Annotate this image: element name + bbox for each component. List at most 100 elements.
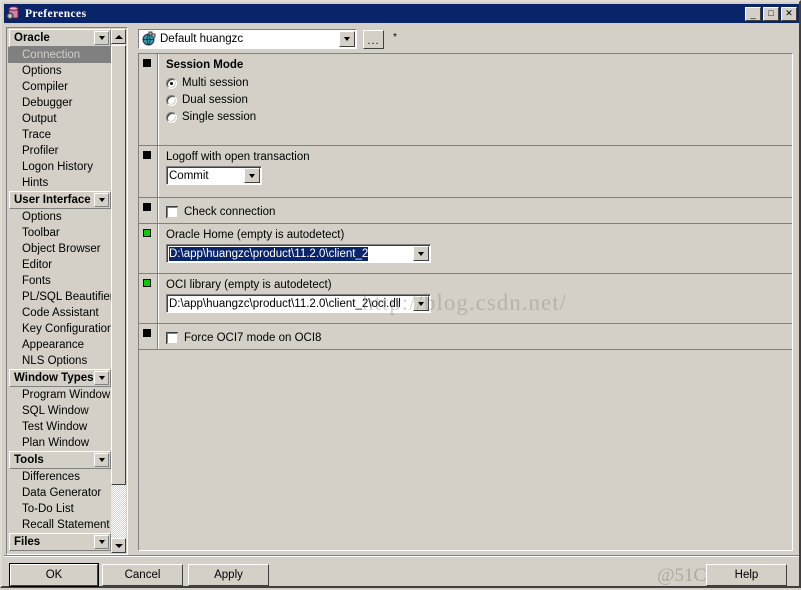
profile-value: Default huangzc <box>160 33 244 45</box>
panel-session-mode: Session Mode Multi session Dual session … <box>139 54 792 146</box>
checkbox-force-oci7[interactable]: Force OCI7 mode on OCI8 <box>166 330 792 346</box>
preferences-window: Preferences _ □ ✕ Oracle Connection Opti… <box>0 0 801 588</box>
radio-multi-session[interactable]: Multi session <box>166 75 792 91</box>
panel-marker <box>143 151 151 159</box>
sidebar-item-fonts[interactable]: Fonts <box>8 273 112 289</box>
sidebar-item-hints[interactable]: Hints <box>8 175 112 191</box>
radio-single-session[interactable]: Single session <box>166 109 792 125</box>
sidebar-item-plan-window[interactable]: Plan Window <box>8 435 112 451</box>
panel-force-oci7: Force OCI7 mode on OCI8 <box>139 324 792 350</box>
chevron-down-icon[interactable] <box>94 193 109 207</box>
sidebar-item-recall-statement[interactable]: Recall Statement <box>8 517 112 533</box>
logoff-value: Commit <box>169 169 209 182</box>
radio-icon <box>166 94 177 106</box>
sidebar-scrollbar[interactable] <box>111 29 126 553</box>
sidebar-item-data-generator[interactable]: Data Generator <box>8 485 112 501</box>
checkbox-icon <box>166 332 178 344</box>
oci-library-combo[interactable]: D:\app\huangzc\product\11.2.0\client_2\o… <box>166 294 431 313</box>
sidebar-item-key-configuration[interactable]: Key Configuration <box>8 321 112 337</box>
close-button[interactable]: ✕ <box>781 6 797 21</box>
sidebar-item-profiler[interactable]: Profiler <box>8 143 112 159</box>
maximize-button[interactable]: □ <box>763 6 779 21</box>
scrollbar-thumb[interactable] <box>111 45 126 485</box>
title-bar: Preferences _ □ ✕ <box>4 4 799 23</box>
panel-marker <box>143 59 151 67</box>
sidebar-item-differences[interactable]: Differences <box>8 469 112 485</box>
panel-marker <box>143 203 151 211</box>
chevron-down-icon[interactable] <box>339 31 355 47</box>
radio-dual-session[interactable]: Dual session <box>166 92 792 108</box>
radio-icon-selected <box>166 77 177 89</box>
sidebar-item-compiler[interactable]: Compiler <box>8 79 112 95</box>
chevron-down-icon[interactable] <box>413 296 429 311</box>
sidebar-item-toolbar[interactable]: Toolbar <box>8 225 112 241</box>
tree-group-tools[interactable]: Tools <box>9 451 111 469</box>
panel-check-connection: Check connection <box>139 198 792 224</box>
sidebar-item-ui-options[interactable]: Options <box>8 209 112 225</box>
sidebar-item-editor[interactable]: Editor <box>8 257 112 273</box>
help-button[interactable]: Help <box>706 564 787 586</box>
radio-label: Single session <box>182 111 257 123</box>
sidebar-item-sql-window[interactable]: SQL Window <box>8 403 112 419</box>
preferences-tree: Oracle Connection Options Compiler Debug… <box>6 27 128 555</box>
sidebar-item-nls-options[interactable]: NLS Options <box>8 353 112 369</box>
chevron-down-icon[interactable] <box>94 31 109 45</box>
minimize-button[interactable]: _ <box>745 6 761 21</box>
sidebar-item-object-browser[interactable]: Object Browser <box>8 241 112 257</box>
minimize-icon: _ <box>750 8 756 19</box>
profile-bar: Default huangzc ... * <box>132 27 797 53</box>
panel-gutter <box>139 146 159 197</box>
sidebar-item-logon-history[interactable]: Logon History <box>8 159 112 175</box>
sidebar-item-output[interactable]: Output <box>8 111 112 127</box>
sidebar-item-options[interactable]: Options <box>8 63 112 79</box>
oracle-home-label: Oracle Home (empty is autodetect) <box>166 229 345 241</box>
scroll-up-button[interactable] <box>111 29 126 44</box>
tree-group-user-interface[interactable]: User Interface <box>9 191 111 209</box>
sidebar-item-program-window[interactable]: Program Window <box>8 387 112 403</box>
profile-combo[interactable]: Default huangzc <box>138 29 357 49</box>
close-icon: ✕ <box>785 8 793 18</box>
sidebar-item-code-assistant[interactable]: Code Assistant <box>8 305 112 321</box>
panel-body: OCI library (empty is autodetect) D:\app… <box>158 274 792 323</box>
sidebar-item-connection[interactable]: Connection <box>8 47 112 63</box>
arrow-down-icon <box>114 543 123 548</box>
ok-button[interactable]: OK <box>10 564 98 586</box>
sidebar-item-test-window[interactable]: Test Window <box>8 419 112 435</box>
cancel-button[interactable]: Cancel <box>102 564 183 586</box>
settings-panels: Session Mode Multi session Dual session … <box>138 53 793 551</box>
checkbox-label: Force OCI7 mode on OCI8 <box>184 332 322 344</box>
chevron-down-icon[interactable] <box>94 453 109 467</box>
oracle-home-combo[interactable]: D:\app\huangzc\product\11.2.0\client_2 <box>166 244 431 263</box>
preferences-icon <box>6 6 22 21</box>
window-title: Preferences <box>25 7 87 20</box>
tree-group-files[interactable]: Files <box>9 533 111 551</box>
apply-button[interactable]: Apply <box>188 564 269 586</box>
tree-group-oracle[interactable]: Oracle <box>9 29 111 47</box>
sidebar-item-appearance[interactable]: Appearance <box>8 337 112 353</box>
tree-group-window-types[interactable]: Window Types <box>9 369 111 387</box>
tree-group-label: Files <box>14 536 41 548</box>
tree-group-label: Tools <box>14 454 44 466</box>
sidebar-item-trace[interactable]: Trace <box>8 127 112 143</box>
checkbox-label: Check connection <box>184 206 276 218</box>
chevron-down-icon[interactable] <box>413 246 429 261</box>
oci-library-value: D:\app\huangzc\product\11.2.0\client_2\o… <box>169 297 401 310</box>
oracle-home-value: D:\app\huangzc\product\11.2.0\client_2 <box>169 246 369 261</box>
logoff-combo[interactable]: Commit <box>166 166 262 185</box>
panel-title: Session Mode <box>166 59 244 71</box>
panel-gutter <box>139 274 159 323</box>
chevron-down-icon[interactable] <box>94 535 109 549</box>
checkbox-check-connection[interactable]: Check connection <box>166 204 792 220</box>
sidebar-item-debugger[interactable]: Debugger <box>8 95 112 111</box>
scroll-down-button[interactable] <box>111 538 126 553</box>
chevron-down-icon[interactable] <box>94 371 109 385</box>
panel-oracle-home: Oracle Home (empty is autodetect) D:\app… <box>139 224 792 274</box>
chevron-down-icon[interactable] <box>244 168 260 183</box>
arrow-up-icon <box>114 34 123 39</box>
radio-label: Dual session <box>182 94 248 106</box>
browse-profile-button[interactable]: ... <box>363 30 384 49</box>
sidebar-item-plsql-beautifier[interactable]: PL/SQL Beautifier <box>8 289 112 305</box>
sidebar-item-directories[interactable]: Directories <box>8 551 112 553</box>
panel-marker <box>143 329 151 337</box>
sidebar-item-to-do-list[interactable]: To-Do List <box>8 501 112 517</box>
